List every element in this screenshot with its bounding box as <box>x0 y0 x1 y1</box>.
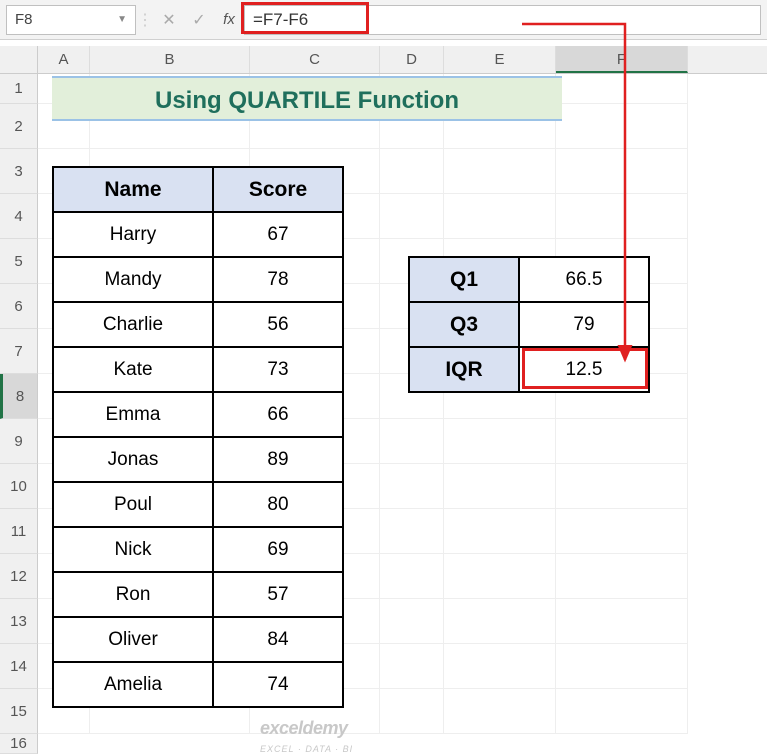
name-box[interactable]: F8 ▼ <box>6 5 136 35</box>
cell-name[interactable]: Amelia <box>53 662 213 707</box>
header-name: Name <box>53 167 213 212</box>
row-header[interactable]: 12 <box>0 554 38 599</box>
stat-label: IQR <box>409 347 519 392</box>
enter-icon[interactable]: ✓ <box>184 10 214 30</box>
cell-score[interactable]: 57 <box>213 572 343 617</box>
cell-name[interactable]: Kate <box>53 347 213 392</box>
formula-bar: F8 ▼ ⋮ ✕ ✓ fx =F7-F6 <box>0 0 767 40</box>
cell-score[interactable]: 74 <box>213 662 343 707</box>
row-header[interactable]: 4 <box>0 194 38 239</box>
cell-name[interactable]: Oliver <box>53 617 213 662</box>
table-row: Poul80 <box>53 482 343 527</box>
stat-value-iqr[interactable]: 12.5 <box>519 347 649 392</box>
row-headers: 1 2 3 4 5 6 7 8 9 10 11 12 13 14 15 16 <box>0 74 38 754</box>
cell-score[interactable]: 69 <box>213 527 343 572</box>
table-row: Charlie56 <box>53 302 343 347</box>
table-row: Kate73 <box>53 347 343 392</box>
row-header[interactable]: 5 <box>0 239 38 284</box>
cell-name[interactable]: Nick <box>53 527 213 572</box>
row-header[interactable]: 9 <box>0 419 38 464</box>
row-header[interactable]: 3 <box>0 149 38 194</box>
row-header-selected[interactable]: 8 <box>0 374 38 419</box>
stat-row: IQR 12.5 <box>409 347 649 392</box>
col-header-c[interactable]: C <box>250 46 380 73</box>
cell-score[interactable]: 73 <box>213 347 343 392</box>
stat-label: Q3 <box>409 302 519 347</box>
cell-score[interactable]: 67 <box>213 212 343 257</box>
name-box-value: F8 <box>15 11 33 28</box>
table-row: Amelia74 <box>53 662 343 707</box>
cell-name[interactable]: Charlie <box>53 302 213 347</box>
cell-score[interactable]: 80 <box>213 482 343 527</box>
row-header[interactable]: 6 <box>0 284 38 329</box>
cell-score[interactable]: 56 <box>213 302 343 347</box>
stat-row: Q3 79 <box>409 302 649 347</box>
table-row: Harry67 <box>53 212 343 257</box>
col-header-d[interactable]: D <box>380 46 444 73</box>
cell-name[interactable]: Ron <box>53 572 213 617</box>
cell-name[interactable]: Poul <box>53 482 213 527</box>
row-header[interactable]: 2 <box>0 104 38 149</box>
row-header[interactable]: 15 <box>0 689 38 734</box>
table-row: Jonas89 <box>53 437 343 482</box>
fx-icon[interactable]: fx <box>214 11 244 28</box>
row-header[interactable]: 10 <box>0 464 38 509</box>
cell-score[interactable]: 84 <box>213 617 343 662</box>
stats-table: Q1 66.5 Q3 79 IQR 12.5 <box>408 256 650 393</box>
stat-value[interactable]: 79 <box>519 302 649 347</box>
table-row: Oliver84 <box>53 617 343 662</box>
stat-label: Q1 <box>409 257 519 302</box>
col-header-a[interactable]: A <box>38 46 90 73</box>
header-score: Score <box>213 167 343 212</box>
row-header[interactable]: 1 <box>0 74 38 104</box>
page-title: Using QUARTILE Function <box>52 76 562 121</box>
row-header[interactable]: 14 <box>0 644 38 689</box>
select-all-corner[interactable] <box>0 46 38 73</box>
column-headers: A B C D E F <box>0 46 767 74</box>
stat-row: Q1 66.5 <box>409 257 649 302</box>
separator: ⋮ <box>136 10 154 30</box>
cell-score[interactable]: 89 <box>213 437 343 482</box>
formula-text: =F7-F6 <box>253 10 308 30</box>
cell-name[interactable]: Emma <box>53 392 213 437</box>
row-header[interactable]: 7 <box>0 329 38 374</box>
row-header[interactable]: 16 <box>0 734 38 754</box>
formula-input[interactable]: =F7-F6 <box>244 5 761 35</box>
cell-name[interactable]: Jonas <box>53 437 213 482</box>
table-row: Mandy78 <box>53 257 343 302</box>
cell-name[interactable]: Mandy <box>53 257 213 302</box>
col-header-b[interactable]: B <box>90 46 250 73</box>
name-box-dropdown-icon[interactable]: ▼ <box>117 14 127 25</box>
cell-score[interactable]: 66 <box>213 392 343 437</box>
row-header[interactable]: 11 <box>0 509 38 554</box>
table-row: Nick69 <box>53 527 343 572</box>
cell-name[interactable]: Harry <box>53 212 213 257</box>
cell-score[interactable]: 78 <box>213 257 343 302</box>
worksheet: A B C D E F 1 2 3 4 5 6 7 8 9 10 11 12 1… <box>0 46 767 747</box>
col-header-f[interactable]: F <box>556 46 688 73</box>
stat-value[interactable]: 66.5 <box>519 257 649 302</box>
data-table: Name Score Harry67 Mandy78 Charlie56 Kat… <box>52 166 344 708</box>
table-row: Ron57 <box>53 572 343 617</box>
row-header[interactable]: 13 <box>0 599 38 644</box>
cancel-icon[interactable]: ✕ <box>154 10 184 30</box>
table-row: Emma66 <box>53 392 343 437</box>
col-header-e[interactable]: E <box>444 46 556 73</box>
